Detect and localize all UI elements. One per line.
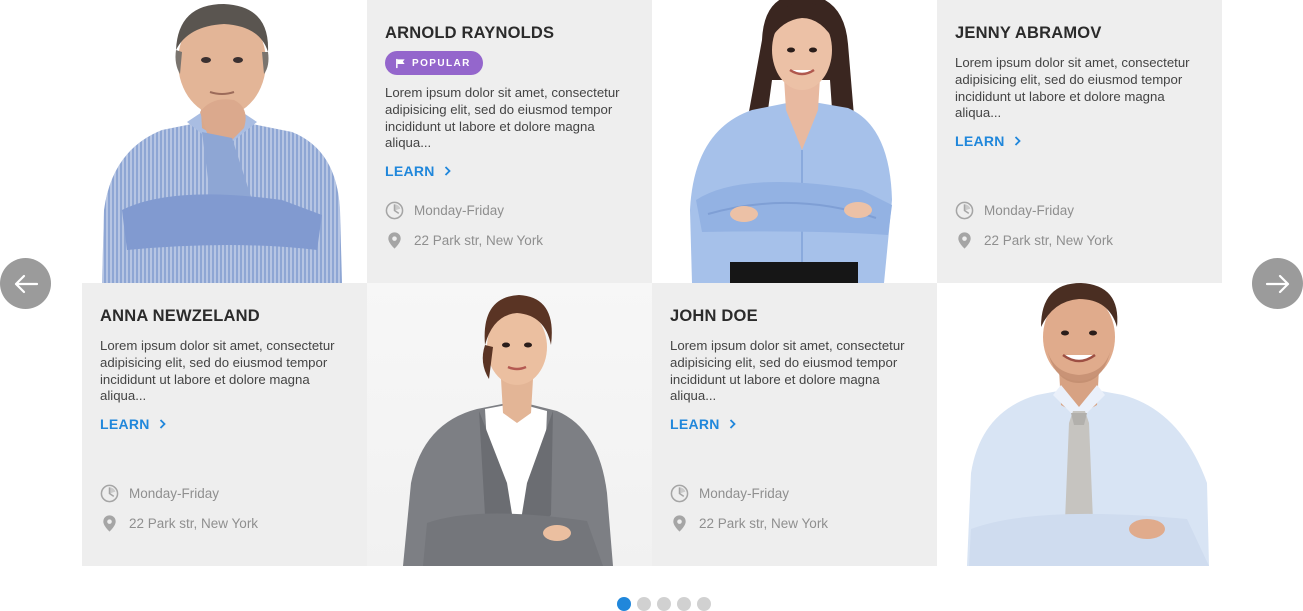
flag-icon bbox=[396, 58, 405, 68]
next-slide-button[interactable] bbox=[1252, 258, 1303, 309]
card-arnold-raynolds: ARNOLD RAYNOLDS POPULAR Lorem ipsum dolo… bbox=[367, 0, 652, 283]
chevron-right-icon bbox=[1014, 136, 1021, 146]
hours-row: Monday-Friday bbox=[955, 201, 1074, 220]
portrait-woman-blue-shirt bbox=[690, 0, 892, 283]
card-name: ANNA NEWZELAND bbox=[100, 307, 260, 325]
address-row: 22 Park str, New York bbox=[100, 514, 258, 533]
arrow-left-icon bbox=[14, 274, 38, 293]
learn-label: LEARN bbox=[385, 163, 435, 180]
hours-text: Monday-Friday bbox=[129, 486, 220, 501]
card-name: JENNY ABRAMOV bbox=[955, 24, 1102, 42]
address-row: 22 Park str, New York bbox=[670, 514, 828, 533]
address-row: 22 Park str, New York bbox=[955, 231, 1113, 250]
arrow-right-icon bbox=[1265, 274, 1289, 293]
chevron-right-icon bbox=[729, 419, 736, 429]
learn-link[interactable]: LEARN bbox=[385, 163, 451, 179]
photo-jenny-abramov bbox=[652, 0, 937, 283]
clock-icon bbox=[670, 484, 689, 503]
address-text: 22 Park str, New York bbox=[414, 233, 544, 248]
card-description: Lorem ipsum dolor sit amet, consectetur … bbox=[385, 85, 620, 151]
hours-text: Monday-Friday bbox=[984, 203, 1075, 218]
learn-link[interactable]: LEARN bbox=[955, 133, 1021, 149]
photo-arnold-raynolds bbox=[82, 0, 367, 283]
portrait-woman-blazer bbox=[403, 295, 613, 566]
pagination-dot-5[interactable] bbox=[697, 597, 711, 611]
map-pin-icon bbox=[958, 232, 971, 249]
pagination-dot-2[interactable] bbox=[637, 597, 651, 611]
hours-row: Monday-Friday bbox=[385, 201, 504, 220]
hours-text: Monday-Friday bbox=[699, 486, 790, 501]
card-description: Lorem ipsum dolor sit amet, consectetur … bbox=[100, 338, 335, 404]
pagination-dot-3[interactable] bbox=[657, 597, 671, 611]
card-anna-newzeland: ANNA NEWZELAND Lorem ipsum dolor sit ame… bbox=[82, 283, 367, 566]
learn-link[interactable]: LEARN bbox=[670, 416, 736, 432]
learn-link[interactable]: LEARN bbox=[100, 416, 166, 432]
map-pin-icon bbox=[388, 232, 401, 249]
portrait-man-thinking bbox=[102, 4, 342, 283]
clock-icon bbox=[385, 201, 404, 220]
clock-icon bbox=[955, 201, 974, 220]
carousel-pagination bbox=[617, 597, 711, 611]
hours-row: Monday-Friday bbox=[100, 484, 219, 503]
badge-label: POPULAR bbox=[412, 57, 471, 69]
team-carousel: ARNOLD RAYNOLDS POPULAR Lorem ipsum dolo… bbox=[0, 0, 1303, 611]
previous-slide-button[interactable] bbox=[0, 258, 51, 309]
photo-john-doe bbox=[937, 283, 1222, 566]
learn-label: LEARN bbox=[670, 416, 720, 433]
pagination-dot-1[interactable] bbox=[617, 597, 631, 611]
team-grid: ARNOLD RAYNOLDS POPULAR Lorem ipsum dolo… bbox=[82, 0, 1222, 566]
card-description: Lorem ipsum dolor sit amet, consectetur … bbox=[955, 55, 1190, 121]
address-text: 22 Park str, New York bbox=[699, 516, 829, 531]
map-pin-icon bbox=[103, 515, 116, 532]
learn-label: LEARN bbox=[955, 133, 1005, 150]
address-text: 22 Park str, New York bbox=[129, 516, 259, 531]
chevron-right-icon bbox=[159, 419, 166, 429]
portrait-man-tie bbox=[967, 283, 1209, 566]
clock-icon bbox=[100, 484, 119, 503]
photo-anna-newzeland bbox=[367, 283, 652, 566]
hours-text: Monday-Friday bbox=[414, 203, 505, 218]
card-name: JOHN DOE bbox=[670, 307, 758, 325]
card-description: Lorem ipsum dolor sit amet, consectetur … bbox=[670, 338, 905, 404]
address-text: 22 Park str, New York bbox=[984, 233, 1114, 248]
chevron-right-icon bbox=[444, 166, 451, 176]
hours-row: Monday-Friday bbox=[670, 484, 789, 503]
learn-label: LEARN bbox=[100, 416, 150, 433]
address-row: 22 Park str, New York bbox=[385, 231, 543, 250]
popular-badge: POPULAR bbox=[385, 51, 483, 75]
card-john-doe: JOHN DOE Lorem ipsum dolor sit amet, con… bbox=[652, 283, 937, 566]
card-name: ARNOLD RAYNOLDS bbox=[385, 24, 555, 42]
map-pin-icon bbox=[673, 515, 686, 532]
pagination-dot-4[interactable] bbox=[677, 597, 691, 611]
card-jenny-abramov: JENNY ABRAMOV Lorem ipsum dolor sit amet… bbox=[937, 0, 1222, 283]
